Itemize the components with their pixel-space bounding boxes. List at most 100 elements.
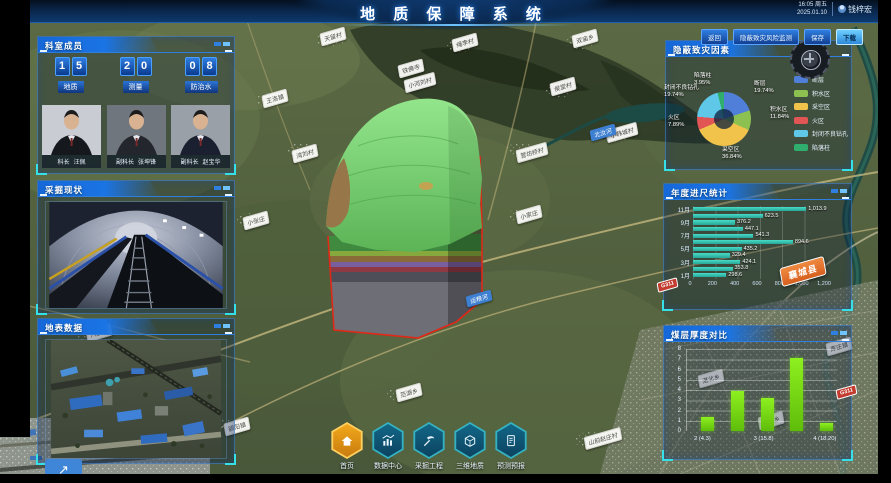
legend-item[interactable]: 积水区	[794, 89, 848, 98]
legend-item[interactable]: 陷落柱	[794, 143, 848, 152]
thickness-x-labels: 2 (4.3)3 (15.8)4 (18.20)	[686, 436, 836, 446]
legend-swatch	[794, 144, 808, 151]
footage-bar[interactable]	[693, 234, 753, 238]
footage-bar-value: 353.8	[735, 265, 749, 271]
thickness-bar-chart[interactable]: 876543210 2 (4.3)3 (15.8)4 (18.20)	[672, 346, 844, 452]
thickness-bar[interactable]	[731, 391, 744, 431]
tunnel-image[interactable]	[45, 201, 227, 309]
footage-bar[interactable]	[693, 247, 742, 251]
donut-hole	[714, 109, 734, 129]
header-clock: 16:05 周五 2025.01.10 钱梓宏	[797, 1, 872, 17]
members-stats: 15地质20测量08防治水	[38, 57, 234, 94]
footage-row: 894.6	[670, 239, 845, 246]
panel-header-dots	[214, 186, 230, 190]
panel-annual-footage: 年度进尺统计 11月1,013.9623.59月376.2447.17月541.…	[663, 183, 852, 310]
footage-bar-value: 376.2	[737, 219, 751, 225]
legend-label: 火区	[812, 116, 824, 125]
footage-bar-track: 894.6	[693, 239, 827, 246]
donut-callout: 火区7.89%	[668, 115, 684, 129]
panel-members-header: 科室成员	[38, 37, 234, 53]
footage-bar[interactable]	[693, 207, 806, 211]
hazards-legend: 断层积水区采空区火区封闭不良钻孔陷落柱	[794, 75, 848, 152]
callout-value: 11.84%	[770, 114, 789, 121]
nav-label: 三维地质	[453, 461, 487, 471]
legend-swatch	[794, 103, 808, 110]
nav-item-data[interactable]: 数据中心	[371, 422, 405, 471]
member-person[interactable]: 科长汪佩	[42, 105, 101, 168]
digit-box: 1	[55, 57, 70, 76]
footage-bar[interactable]	[693, 240, 793, 244]
footage-bar-track: 435.2	[693, 246, 827, 253]
nav-label: 采掘工程	[412, 461, 446, 471]
legend-item[interactable]: 采空区	[794, 102, 848, 111]
clock-time: 16:05 周五	[797, 1, 827, 9]
compass-widget[interactable]	[790, 39, 830, 79]
save-button[interactable]: 保存	[804, 29, 831, 45]
download-button[interactable]: 下载	[836, 29, 863, 45]
panel-mining-header: 采掘现状	[38, 181, 234, 197]
donut-callout: 积水区11.84%	[770, 107, 789, 121]
legend-label: 积水区	[812, 89, 830, 98]
y-tick-label: 7	[672, 356, 681, 362]
thickness-bar[interactable]	[820, 423, 833, 431]
nav-item-mining[interactable]: 采掘工程	[412, 422, 446, 471]
clock-divider	[832, 2, 833, 16]
thickness-bar[interactable]	[761, 398, 774, 431]
legend-item[interactable]: 封闭不良钻孔	[794, 129, 848, 138]
top-toolbar: 返回 隐蔽致灾风险监测 保存 下载	[701, 29, 863, 45]
satellite-map[interactable]: 天留村绳李村双庙乡铁佛寺小河刘村王洛镇侯堂村小韩城村营坊桥村湾刘村小张庄八里坡小…	[0, 0, 878, 474]
report-icon	[496, 424, 526, 457]
member-name: 张坤锋	[138, 157, 156, 166]
member-person[interactable]: 副科长张坤锋	[107, 105, 166, 168]
risk-monitor-button[interactable]: 隐蔽致灾风险监测	[733, 29, 799, 45]
letterbox-bottom	[0, 474, 891, 483]
y-tick-label: 8	[672, 346, 681, 352]
expand-button[interactable]: ↗	[45, 459, 82, 474]
app-header: 地 质 保 障 系 统 16:05 周五 2025.01.10 钱梓宏	[30, 0, 878, 23]
footage-bar[interactable]	[693, 260, 740, 264]
callout-value: 36.84%	[722, 154, 742, 161]
callout-label: 封闭不良钻孔	[664, 85, 699, 92]
footage-bar[interactable]	[693, 267, 733, 271]
footage-bar[interactable]	[693, 253, 730, 257]
nav-hexagon	[371, 422, 405, 459]
stat-digits: 20	[120, 57, 152, 76]
back-button[interactable]: 返回	[701, 29, 728, 45]
bottom-navigation: 首页数据中心采掘工程三维地质预测预报	[330, 422, 528, 471]
nav-label: 首页	[330, 461, 364, 471]
letterbox-right	[878, 0, 891, 483]
member-person[interactable]: 副科长赵宝华	[171, 105, 230, 168]
thickness-bar[interactable]	[790, 358, 803, 431]
footage-bar[interactable]	[693, 273, 726, 277]
aerial-site-image[interactable]	[45, 339, 227, 459]
footage-bar-value: 447.1	[745, 226, 759, 232]
stat-digits: 15	[55, 57, 87, 76]
footage-bar-track: 1,013.9	[693, 206, 827, 213]
nav-item-cube[interactable]: 三维地质	[453, 422, 487, 471]
nav-hexagon	[412, 422, 446, 459]
callout-value: 7.89%	[668, 122, 684, 129]
footage-bar-track: 376.2	[693, 219, 827, 226]
nav-label: 数据中心	[371, 461, 405, 471]
member-photo	[107, 105, 166, 155]
callout-label: 火区	[668, 115, 684, 122]
y-tick-label: 5	[672, 377, 681, 383]
thickness-bar[interactable]	[701, 417, 714, 431]
nav-item-report[interactable]: 预测预报	[494, 422, 528, 471]
footage-bar-value: 298.6	[728, 272, 742, 278]
panel-surface-title: 地表数据	[45, 322, 83, 334]
stat-label: 地质	[58, 81, 84, 93]
member-photo	[171, 105, 230, 155]
member-role: 副科长	[116, 157, 134, 166]
nav-item-home[interactable]: 首页	[330, 422, 364, 471]
footage-bar-value: 424.1	[742, 259, 756, 265]
footage-bar[interactable]	[693, 220, 735, 224]
callout-value: 19.74%	[754, 88, 774, 95]
user-badge[interactable]: 钱梓宏	[838, 4, 872, 15]
footage-bar[interactable]	[693, 214, 763, 218]
footage-bar-value: 623.5	[765, 213, 779, 219]
legend-item[interactable]: 火区	[794, 116, 848, 125]
panel-hazards-title: 隐蔽致灾因素	[673, 44, 730, 56]
panel-mining-title: 采掘现状	[45, 184, 83, 196]
footage-bar[interactable]	[693, 227, 743, 231]
